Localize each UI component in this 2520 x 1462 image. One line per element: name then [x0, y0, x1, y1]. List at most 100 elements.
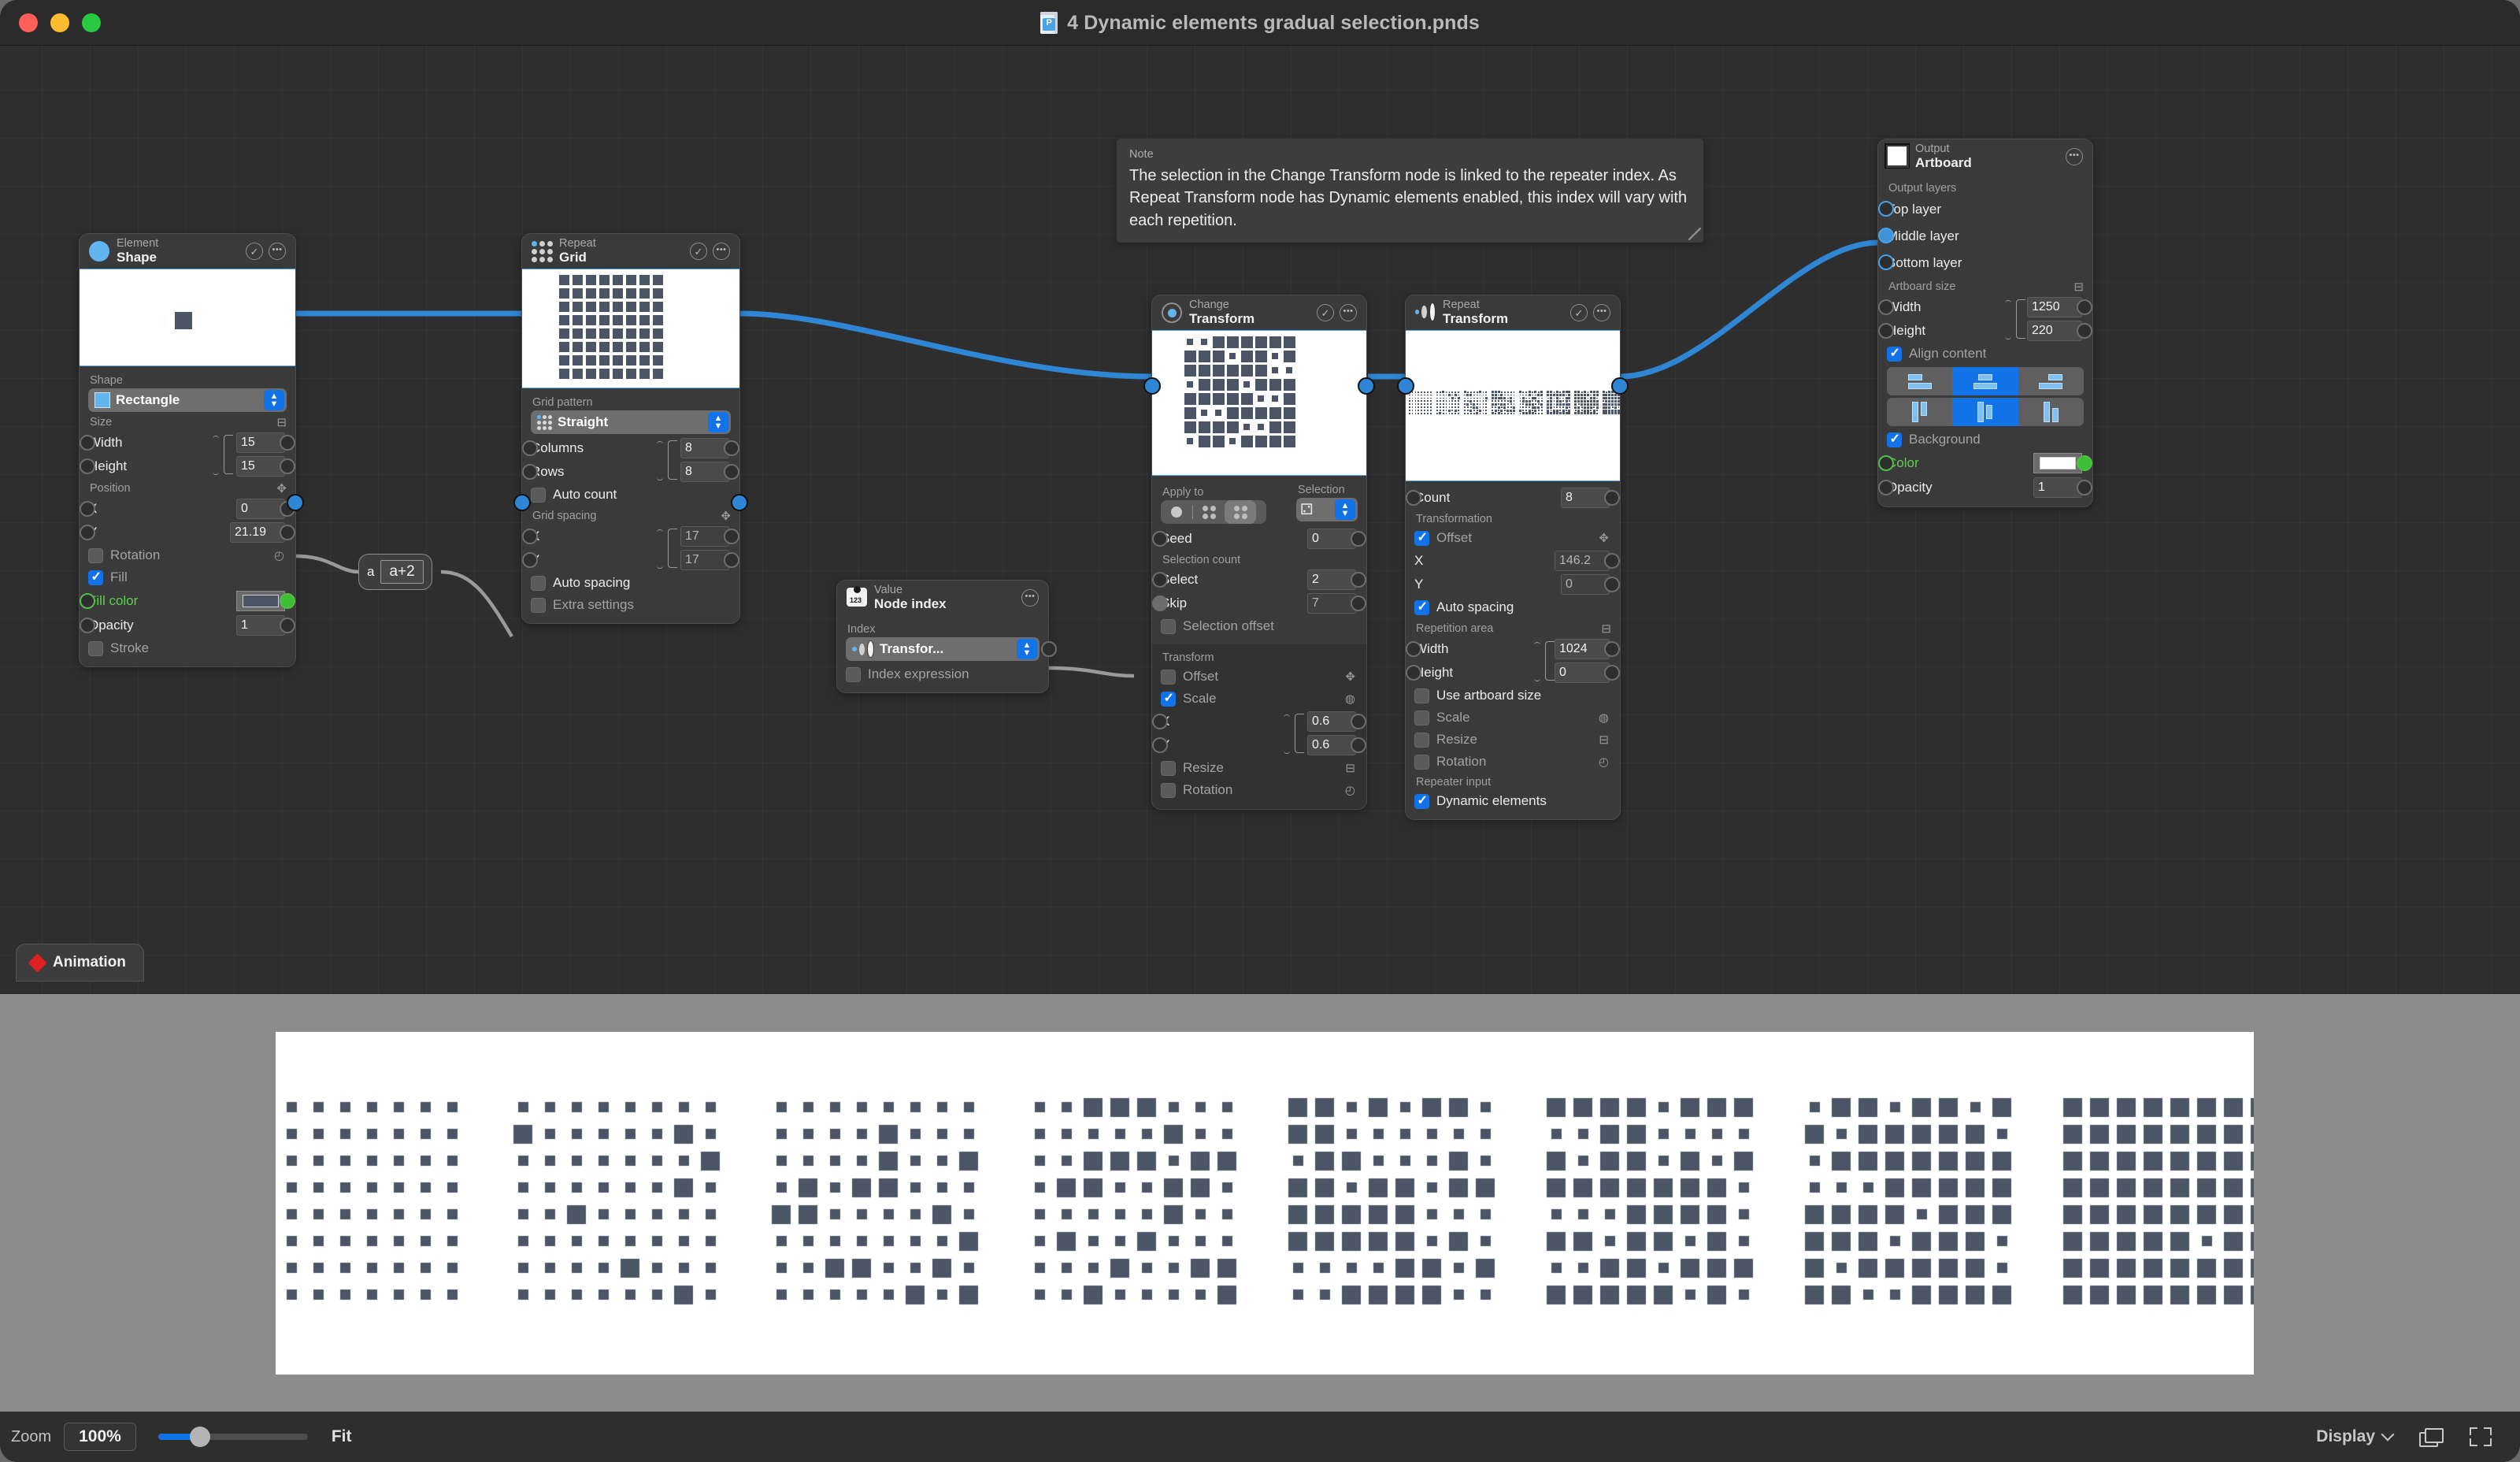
note-card[interactable]: Note The selection in the Change Transfo…	[1117, 139, 1703, 243]
opacity-input[interactable]: 1	[236, 615, 285, 636]
enable-check-icon[interactable]: ✓	[1317, 304, 1334, 321]
ct-scale-checkbox[interactable]	[1161, 690, 1176, 707]
node-repeat-grid[interactable]: Repeat Grid ✓ ••• Grid pattern Straight …	[513, 233, 748, 624]
align-vertical-group[interactable]	[1887, 367, 2084, 395]
more-options-icon[interactable]: •••	[1340, 304, 1357, 321]
stepper-icon[interactable]: ▲ ▼	[1335, 499, 1355, 520]
port-abwidth-out[interactable]	[2077, 299, 2092, 315]
apply-to-segmented[interactable]	[1161, 500, 1266, 524]
background-row[interactable]: Background	[1887, 429, 2084, 451]
fit-button[interactable]: Fit	[332, 1427, 352, 1446]
node-header[interactable]: Element Shape ✓ •••	[80, 234, 295, 269]
align-right-button[interactable]	[2018, 398, 2084, 426]
ct-rotation-row[interactable]: Rotation ◴	[1161, 779, 1358, 801]
align-horizontal-group[interactable]	[1887, 398, 2084, 426]
rt-offset-row[interactable]: Offset ✥	[1414, 527, 1611, 549]
ab-height-input[interactable]: 220	[2027, 321, 2082, 341]
more-options-icon[interactable]: •••	[269, 243, 286, 260]
port-bgcolor-in[interactable]	[1878, 455, 1894, 471]
rt-scale-checkbox[interactable]	[1414, 710, 1429, 725]
enable-check-icon[interactable]: ✓	[246, 243, 263, 260]
rt-auto-spacing-checkbox[interactable]	[1414, 599, 1429, 615]
auto-count-checkbox[interactable]	[531, 487, 546, 503]
rt-offset-x-input[interactable]: 146.2	[1555, 551, 1610, 571]
port-count-out[interactable]	[1604, 490, 1620, 506]
port-select-out[interactable]	[1351, 572, 1366, 588]
more-options-icon[interactable]: •••	[1021, 589, 1039, 607]
port-spacingy-in[interactable]	[522, 552, 538, 568]
zoom-slider[interactable]	[158, 1427, 308, 1447]
more-options-icon[interactable]: •••	[713, 243, 730, 260]
auto-count-row[interactable]: Auto count	[531, 484, 731, 506]
expression-node[interactable]: a a+2	[358, 554, 432, 590]
stepper-icon[interactable]: ▲ ▼	[264, 390, 284, 410]
node-header[interactable]: Output Artboard •••	[1878, 139, 2092, 174]
rt-scale-row[interactable]: Scale ◍	[1414, 707, 1611, 729]
width-input[interactable]: 15	[236, 432, 285, 453]
node-header[interactable]: Repeat Transform ✓ •••	[1406, 295, 1620, 330]
port-rows-out[interactable]	[724, 464, 739, 480]
port-fillcolor-in[interactable]	[80, 593, 95, 609]
port-rtheight-in[interactable]	[1406, 665, 1421, 681]
dynamic-elements-row[interactable]: Dynamic elements	[1414, 790, 1611, 812]
port-opacity-out[interactable]	[280, 618, 295, 633]
port-shape-output[interactable]	[287, 494, 304, 511]
spacing-x-input[interactable]: 17	[680, 526, 729, 547]
index-source-select[interactable]: Transfor... ▲ ▼	[846, 637, 1057, 661]
use-artboard-size-row[interactable]: Use artboard size	[1414, 685, 1611, 707]
port-index-out[interactable]	[1041, 641, 1057, 657]
port-rt-input[interactable]	[1397, 377, 1414, 395]
port-height-in[interactable]	[80, 458, 95, 474]
seed-input[interactable]: 0	[1307, 529, 1356, 549]
align-top-button[interactable]	[1887, 367, 1952, 395]
port-columns-in[interactable]	[522, 440, 538, 456]
node-repeat-transform[interactable]: Repeat Transform ✓ ••• Count 8 Transform…	[1397, 295, 1629, 820]
port-bottom-layer[interactable]	[1878, 254, 1894, 270]
enable-check-icon[interactable]: ✓	[690, 243, 707, 260]
zoom-value[interactable]: 100%	[64, 1423, 136, 1451]
port-width-out[interactable]	[280, 435, 295, 451]
windows-icon[interactable]	[2419, 1427, 2444, 1447]
port-abheight-out[interactable]	[2077, 323, 2092, 339]
port-abheight-in[interactable]	[1878, 323, 1894, 339]
selection-mode-select[interactable]: ⚁ ▲ ▼	[1296, 498, 1358, 521]
port-spacingx-out[interactable]	[724, 529, 739, 544]
align-middle-button[interactable]	[1952, 367, 2018, 395]
node-header[interactable]: 123 Value Node index •••	[837, 581, 1048, 615]
port-scaley-out[interactable]	[1351, 737, 1366, 753]
ct-scale-x-input[interactable]: 0.6	[1307, 711, 1356, 732]
height-input[interactable]: 15	[236, 456, 285, 477]
fill-checkbox[interactable]	[88, 569, 103, 585]
grid-pattern-select[interactable]: Straight ▲ ▼	[531, 410, 731, 434]
ct-rotation-checkbox[interactable]	[1161, 782, 1176, 798]
select-input[interactable]: 2	[1307, 570, 1356, 590]
spacing-y-input[interactable]: 17	[680, 550, 729, 570]
node-value-node-index[interactable]: 123 Value Node index ••• Index Transfor.…	[836, 580, 1057, 693]
node-element-shape[interactable]: Element Shape ✓ ••• Shape Rectangle ▲▼	[79, 233, 304, 667]
port-select-in[interactable]	[1152, 572, 1168, 588]
node-canvas[interactable]: Note The selection in the Change Transfo…	[0, 46, 2520, 994]
port-fillcolor-out[interactable]	[280, 593, 295, 609]
align-center-button[interactable]	[1952, 398, 2018, 426]
rt-rotation-checkbox[interactable]	[1414, 754, 1429, 770]
port-spacingy-out[interactable]	[724, 552, 739, 568]
fill-checkbox-row[interactable]: Fill	[88, 566, 287, 588]
rotation-checkbox[interactable]	[88, 547, 103, 563]
fullscreen-icon[interactable]	[2470, 1427, 2492, 1446]
rows-input[interactable]: 8	[680, 462, 729, 482]
display-dropdown[interactable]: Display	[2316, 1427, 2395, 1446]
fill-color-swatch[interactable]	[236, 591, 285, 611]
port-scaley-in[interactable]	[1152, 737, 1168, 753]
bg-color-swatch[interactable]	[2033, 453, 2082, 473]
port-abopacity-out[interactable]	[2077, 480, 2092, 495]
port-height-out[interactable]	[280, 458, 295, 474]
port-columns-out[interactable]	[724, 440, 739, 456]
ct-offset-row[interactable]: Offset ✥	[1161, 666, 1358, 688]
apply-to-pair[interactable]	[1193, 500, 1225, 524]
port-top-layer[interactable]	[1878, 201, 1894, 217]
selection-offset-row[interactable]: Selection offset	[1161, 615, 1358, 637]
ab-opacity-input[interactable]: 1	[2033, 477, 2082, 498]
node-header[interactable]: Change Transform ✓ •••	[1152, 295, 1366, 330]
pos-x-input[interactable]: 0	[236, 499, 285, 519]
rt-offset-y-input[interactable]: 0	[1561, 574, 1610, 595]
